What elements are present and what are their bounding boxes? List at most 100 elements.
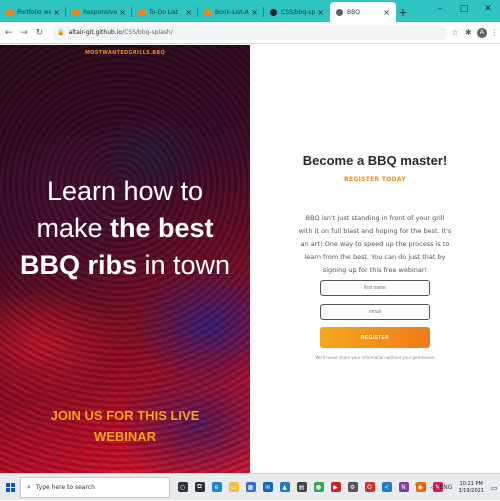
page-viewport: MOSTWANTEDGRILLS.BBQ Learn how to make t… bbox=[0, 45, 500, 473]
tab-close-icon[interactable]: × bbox=[53, 8, 60, 17]
signup-panel: Become a BBQ master! REGISTER TODAY BBQ … bbox=[250, 45, 500, 473]
calculator-icon: ▤ bbox=[296, 482, 307, 492]
tab-close-icon[interactable]: × bbox=[251, 8, 258, 17]
system-tray: ˄ ▢ ◁ ENG 10:21 PM 3/19/2021 ▭ bbox=[412, 474, 500, 501]
search-icon: ⌕ bbox=[27, 482, 31, 491]
taskbar-app[interactable]: ○ bbox=[174, 474, 191, 501]
taskbar-app[interactable]: ▭ bbox=[225, 474, 242, 501]
headline-text: make bbox=[36, 213, 110, 243]
chrome-icon: ● bbox=[313, 482, 324, 492]
headline-emphasis: the best bbox=[110, 213, 214, 243]
cortana-icon: ○ bbox=[177, 482, 188, 492]
taskbar-app[interactable]: ▤ bbox=[293, 474, 310, 501]
volume-icon[interactable]: ◁ bbox=[431, 484, 436, 491]
taskbar-app[interactable]: O bbox=[361, 474, 378, 501]
windows-logo-icon bbox=[5, 482, 15, 492]
hero-image-panel: MOSTWANTEDGRILLS.BBQ Learn how to make t… bbox=[0, 45, 250, 473]
forward-arrow-icon[interactable]: → bbox=[17, 25, 30, 41]
store-icon: ▦ bbox=[245, 482, 256, 492]
tab-favicon-icon bbox=[72, 8, 79, 16]
notifications-icon[interactable]: ▭ bbox=[488, 474, 500, 501]
browser-tab-active[interactable]: BBQ × bbox=[330, 2, 396, 22]
tab-label: BBQ bbox=[347, 8, 360, 16]
browser-tab[interactable]: Portfolio website × bbox=[0, 2, 66, 22]
signup-subtitle: REGISTER TODAY bbox=[344, 176, 406, 183]
tab-label: Portfolio website bbox=[17, 8, 52, 16]
first-name-field[interactable] bbox=[320, 280, 430, 296]
back-arrow-icon[interactable]: ← bbox=[2, 25, 15, 41]
settings-app-icon: ⚙ bbox=[347, 482, 358, 492]
maximize-button[interactable]: □ bbox=[452, 0, 476, 18]
tab-close-icon[interactable]: × bbox=[383, 8, 390, 17]
headline-emphasis: BBQ ribs bbox=[19, 250, 137, 280]
clock-date: 3/19/2021 bbox=[458, 487, 484, 494]
photos-icon: ▲ bbox=[279, 482, 290, 492]
browser-tab[interactable]: Book-List-App × bbox=[198, 2, 264, 22]
reload-icon[interactable]: ↻ bbox=[33, 25, 46, 41]
taskbar-app[interactable]: ● bbox=[310, 474, 327, 501]
taskbar-search-box[interactable]: ⌕ Type here to search bbox=[20, 476, 170, 498]
tab-close-icon[interactable]: × bbox=[317, 8, 324, 17]
taskbar-app[interactable]: ✉ bbox=[259, 474, 276, 501]
tab-close-icon[interactable]: × bbox=[185, 8, 192, 17]
callout-line-2: WEBINAR bbox=[93, 429, 157, 444]
notes-icon: N bbox=[398, 482, 409, 492]
taskbar-app[interactable]: ▲ bbox=[276, 474, 293, 501]
browser-tab[interactable]: Responsive-Website × bbox=[66, 2, 132, 22]
tab-favicon-icon bbox=[6, 8, 13, 16]
brand-logo[interactable]: MOSTWANTEDGRILLS.BBQ bbox=[0, 50, 250, 56]
taskbar-app[interactable]: N bbox=[395, 474, 412, 501]
browser-tab[interactable]: To-Do List × bbox=[132, 2, 198, 22]
url-host: altair-git.github.io bbox=[68, 29, 123, 36]
extensions-icon[interactable]: ✱ bbox=[463, 26, 474, 40]
address-bar[interactable]: 🔒 altair-git.github.io /CSS/bbq-splash/ bbox=[52, 25, 448, 40]
opera-icon: O bbox=[364, 482, 375, 492]
file-explorer-icon: ▭ bbox=[228, 482, 239, 492]
browser-tab[interactable]: CSS/bbq-splash at m × bbox=[264, 2, 330, 22]
taskbar-app[interactable]: ▦ bbox=[242, 474, 259, 501]
start-button[interactable] bbox=[0, 474, 20, 501]
network-icon[interactable]: ▢ bbox=[421, 484, 427, 491]
profile-avatar[interactable]: A bbox=[477, 27, 487, 38]
email-field[interactable] bbox=[320, 304, 430, 320]
signup-title: Become a BBQ master! bbox=[302, 153, 448, 168]
webinar-callout: JOIN US FOR THIS LIVE WEBINAR bbox=[0, 405, 250, 447]
media-icon: ▶ bbox=[330, 482, 341, 492]
lock-icon: 🔒 bbox=[57, 29, 65, 36]
tab-favicon-icon bbox=[204, 8, 211, 16]
new-tab-button[interactable]: + bbox=[396, 2, 410, 22]
bookmark-star-icon[interactable]: ☆ bbox=[449, 26, 460, 40]
tab-label: Responsive-Website bbox=[83, 8, 118, 16]
tab-label: To-Do List bbox=[149, 8, 179, 16]
minimize-button[interactable]: – bbox=[428, 0, 452, 18]
taskbar-clock[interactable]: 10:21 PM 3/19/2021 bbox=[458, 481, 484, 495]
clock-time: 10:21 PM bbox=[459, 480, 483, 487]
browser-tab-strip: Portfolio website × Responsive-Website ×… bbox=[0, 0, 500, 22]
taskbar-app[interactable]: e bbox=[208, 474, 225, 501]
callout-line-1: JOIN US FOR THIS LIVE bbox=[50, 408, 200, 423]
privacy-disclaimer: We'll never share your information witho… bbox=[315, 355, 435, 360]
menu-dots-icon[interactable]: ⋮ bbox=[489, 26, 500, 40]
tab-close-icon[interactable]: × bbox=[119, 8, 126, 17]
globe-icon bbox=[336, 8, 343, 16]
register-button[interactable]: REGISTER bbox=[320, 327, 430, 348]
hero-headline: Learn how to make the best BBQ ribs in t… bbox=[0, 173, 250, 284]
taskbar-app[interactable]: ⚙ bbox=[344, 474, 361, 501]
chevron-up-icon[interactable]: ˄ bbox=[414, 484, 417, 491]
github-icon bbox=[270, 8, 277, 16]
close-window-button[interactable]: ✕ bbox=[476, 0, 500, 18]
headline-text: in town bbox=[136, 250, 231, 280]
language-indicator[interactable]: ENG bbox=[439, 484, 452, 491]
url-path: /CSS/bbq-splash/ bbox=[122, 29, 173, 36]
taskbar-app[interactable]: ⧉ bbox=[191, 474, 208, 501]
task-view-icon: ⧉ bbox=[194, 482, 205, 492]
windows-taskbar: ⌕ Type here to search ○ ⧉ e ▭ ▦ ✉ ▲ ▤ ● ▶ ⚙ O ≺ N ◉ ✎ ˄… bbox=[0, 473, 500, 500]
tab-label: CSS/bbq-splash at m bbox=[281, 8, 316, 16]
headline-line-3: BBQ ribs in town bbox=[0, 247, 250, 284]
pinned-apps: ○ ⧉ e ▭ ▦ ✉ ▲ ▤ ● ▶ ⚙ O ≺ N ◉ ✎ bbox=[174, 474, 446, 501]
tab-label: Book-List-App bbox=[215, 8, 249, 16]
taskbar-app[interactable]: ▶ bbox=[327, 474, 344, 501]
taskbar-app[interactable]: ≺ bbox=[378, 474, 395, 501]
search-placeholder: Type here to search bbox=[35, 483, 95, 491]
browser-toolbar: ← → ↻ 🔒 altair-git.github.io /CSS/bbq-sp… bbox=[0, 22, 500, 44]
